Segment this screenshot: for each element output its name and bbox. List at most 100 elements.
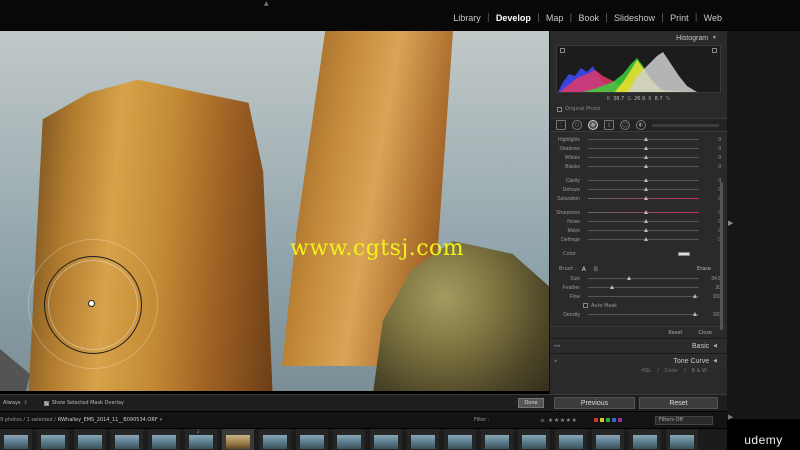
slider-knob[interactable] (643, 228, 648, 232)
crop-tool-icon[interactable]: ○ (572, 120, 582, 130)
filmstrip-thumb[interactable] (37, 429, 69, 450)
adjustment-pin[interactable] (88, 300, 95, 307)
slider-knob[interactable] (693, 312, 698, 316)
slider-knob[interactable] (693, 294, 698, 298)
panel-close-button[interactable]: Close (698, 330, 712, 336)
color-label-filter[interactable] (594, 418, 622, 422)
color-swatch[interactable] (678, 252, 690, 256)
filmstrip-thumb[interactable]: 2 (185, 429, 217, 450)
slider-knob[interactable] (643, 219, 648, 223)
adjustment-row[interactable]: Defringe 0 (554, 235, 721, 244)
brush-size-slider[interactable] (588, 276, 699, 280)
adjustment-slider[interactable] (588, 196, 699, 200)
slider-knob[interactable] (643, 178, 648, 182)
filmstrip[interactable]: 2 (0, 429, 727, 450)
section-tone-curve[interactable]: ◂ Tone Curve ◀ (550, 353, 727, 368)
filmstrip-thumb[interactable] (370, 429, 402, 450)
auto-mask-checkbox[interactable] (583, 303, 588, 308)
filmstrip-thumb[interactable] (444, 429, 476, 450)
brush-feather-slider[interactable] (588, 285, 699, 289)
tool-strip-slider[interactable] (652, 123, 719, 127)
histogram-graph[interactable] (556, 45, 721, 93)
show-overlay-toggle[interactable]: ✓ Show Selected Mask Overlay (43, 400, 124, 406)
adjustment-row[interactable]: Clarity 0 (554, 176, 721, 185)
slider-knob[interactable] (643, 146, 648, 150)
filmstrip-thumb[interactable] (111, 429, 143, 450)
filmstrip-thumb[interactable] (333, 429, 365, 450)
yellow-label-icon[interactable] (600, 418, 604, 422)
original-photo-checkbox[interactable] (557, 106, 562, 112)
brush-a-tab[interactable]: A (582, 266, 586, 273)
brush-erase-tab[interactable]: Erase (697, 266, 711, 272)
adjustment-slider[interactable] (588, 187, 699, 191)
adjustment-slider[interactable] (588, 155, 699, 159)
adjustment-slider[interactable] (588, 219, 699, 223)
collapse-right-panel-icon[interactable]: ▶ (728, 219, 733, 227)
filmstrip-thumb[interactable] (296, 429, 328, 450)
brush-flow-slider[interactable] (588, 294, 699, 298)
green-label-icon[interactable] (606, 418, 610, 422)
highlight-clipping-toggle[interactable] (712, 48, 717, 53)
module-map[interactable]: Map (540, 13, 570, 23)
original-photo-toggle[interactable]: Original Photo (550, 106, 727, 112)
spot-removal-icon[interactable]: ● (588, 120, 598, 130)
purple-label-icon[interactable] (618, 418, 622, 422)
module-print[interactable]: Print (664, 13, 695, 23)
slider-knob[interactable] (643, 210, 648, 214)
adjustment-slider[interactable] (588, 146, 699, 150)
grid-overlay-icon[interactable]: ⋮ (556, 120, 566, 130)
hsl-tab[interactable]: HSL (641, 368, 651, 374)
density-row[interactable]: Density 100 (554, 310, 721, 319)
rating-filter-stars-icon[interactable]: ≥ ★★★★★ (540, 417, 577, 424)
slider-knob[interactable] (626, 276, 631, 280)
bw-tab[interactable]: B & W (692, 368, 707, 374)
radial-filter-icon[interactable]: ◯ (620, 120, 630, 130)
adjustment-brush-icon[interactable]: ◐ (636, 120, 646, 130)
module-library[interactable]: Library (447, 13, 487, 23)
slider-knob[interactable] (643, 137, 648, 141)
overlay-mode-select[interactable]: Always (3, 400, 21, 406)
density-slider[interactable] (588, 312, 699, 316)
slider-knob[interactable] (643, 164, 648, 168)
filmstrip-thumb[interactable] (555, 429, 587, 450)
brush-feather-row[interactable]: Feather 20 (554, 283, 721, 292)
module-book[interactable]: Book (572, 13, 605, 23)
histogram-header[interactable]: Histogram ▼ (550, 31, 727, 45)
red-label-icon[interactable] (594, 418, 598, 422)
slider-knob[interactable] (643, 187, 648, 191)
adjustment-row[interactable]: Whites 0 (554, 153, 721, 162)
selected-file-name[interactable]: RWhalley_EMS_2014_11__B090534.ORF (58, 417, 158, 423)
brush-flow-row[interactable]: Flow 100 (554, 292, 721, 301)
filters-off-select[interactable]: Filters Off (655, 415, 713, 425)
blue-label-icon[interactable] (612, 418, 616, 422)
module-slideshow[interactable]: Slideshow (608, 13, 661, 23)
shadow-clipping-toggle[interactable] (560, 48, 565, 53)
adjustment-slider[interactable] (588, 228, 699, 232)
adjustment-row[interactable]: Noise 0 (554, 217, 721, 226)
brush-b-tab[interactable]: B (594, 266, 598, 273)
photo-canvas[interactable]: www.cgtsj.com (0, 31, 549, 391)
filmstrip-thumb[interactable] (148, 429, 180, 450)
module-web[interactable]: Web (698, 13, 728, 23)
filmstrip-thumb[interactable] (666, 429, 698, 450)
adjustment-row[interactable]: Sharpness 0 (554, 208, 721, 217)
filmstrip-thumb-selected[interactable] (222, 429, 254, 450)
slider-knob[interactable] (643, 196, 648, 200)
adjustment-row[interactable]: Dehaze 0 (554, 185, 721, 194)
slider-knob[interactable] (610, 285, 615, 289)
filmstrip-thumb[interactable] (518, 429, 550, 450)
adjustment-row[interactable]: Shadows 0 (554, 144, 721, 153)
collapse-top-panel-icon[interactable]: ▲ (264, 0, 269, 7)
module-develop[interactable]: Develop (490, 13, 537, 23)
filmstrip-thumb[interactable] (592, 429, 624, 450)
adjustment-slider[interactable] (588, 137, 699, 141)
section-basic[interactable]: ◂ Basic ◀ (550, 338, 727, 353)
reset-button[interactable]: Reset (639, 397, 718, 409)
adjustment-slider[interactable] (588, 237, 699, 241)
adjustment-slider[interactable] (588, 210, 699, 214)
right-panel-scrollbar[interactable] (720, 182, 723, 330)
adjustment-slider[interactable] (588, 164, 699, 168)
slider-knob[interactable] (643, 237, 648, 241)
slider-knob[interactable] (643, 155, 648, 159)
adjustment-row[interactable]: Saturation 0 (554, 194, 721, 203)
